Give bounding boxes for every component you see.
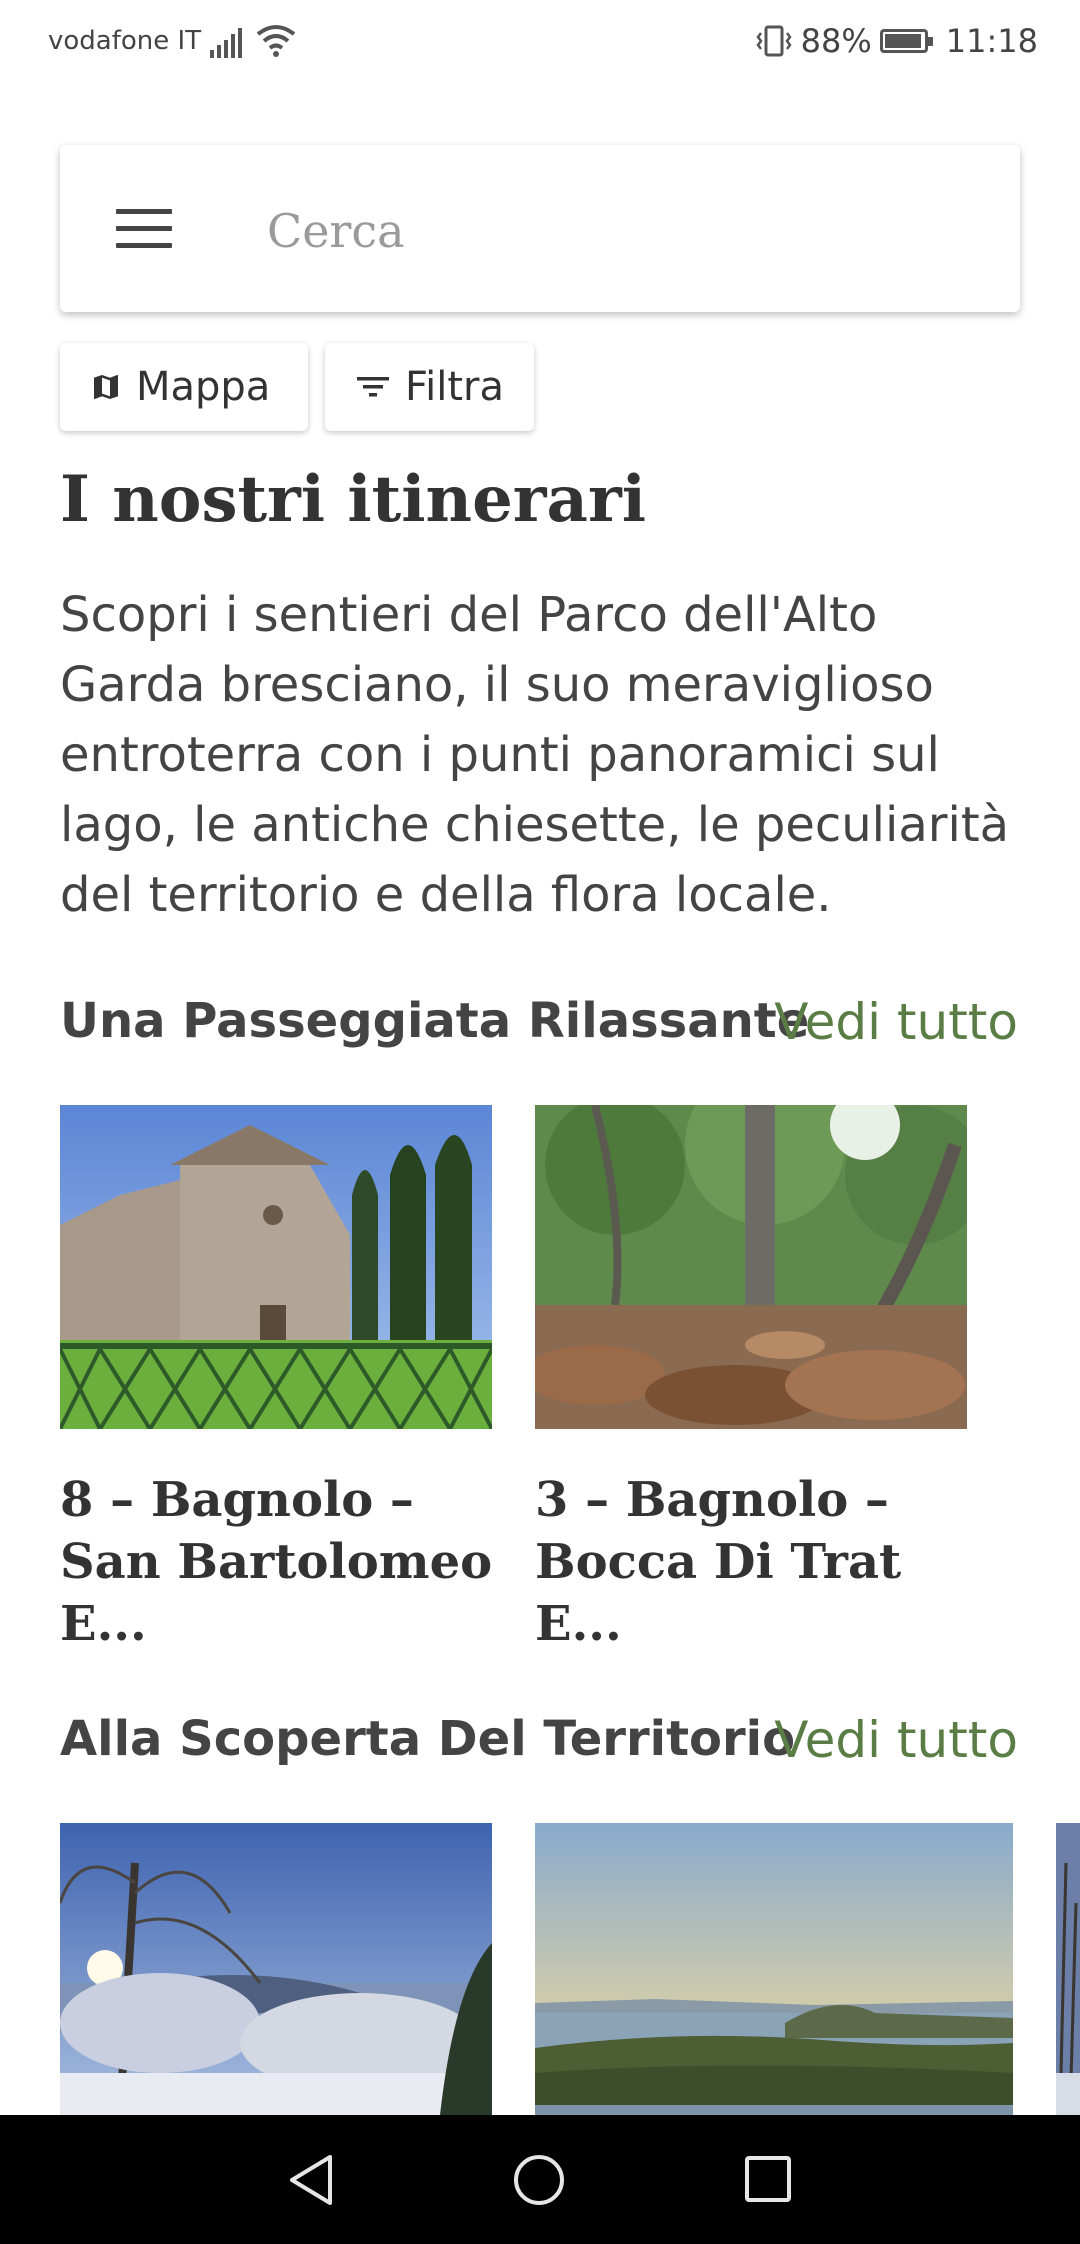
status-right: 88% 11:18 xyxy=(755,22,1038,60)
clock: 11:18 xyxy=(945,22,1038,60)
itinerary-card[interactable] xyxy=(535,1823,1013,2115)
itinerary-card[interactable]: 3 – Bagnolo – Bocca Di Trat E... xyxy=(535,1105,967,1652)
itinerary-card-peek[interactable] xyxy=(1056,1823,1080,2115)
recents-icon[interactable] xyxy=(744,2155,792,2203)
page-title: I nostri itinerari xyxy=(60,462,646,537)
carrier-label: vodafone IT xyxy=(48,26,202,56)
filter-icon xyxy=(357,377,389,397)
section-title-territorio: Alla Scoperta Del Territorio xyxy=(60,1711,796,1767)
card-image-church xyxy=(60,1105,492,1429)
battery-percent: 88% xyxy=(800,22,872,60)
status-bar: vodafone IT 88% 11:18 xyxy=(0,0,1080,86)
search-card xyxy=(60,145,1020,312)
wifi-icon xyxy=(256,25,296,57)
home-icon[interactable] xyxy=(512,2153,566,2207)
filter-button-label: Filtra xyxy=(405,364,504,410)
see-all-passeggiata[interactable]: Vedi tutto xyxy=(774,993,1018,1051)
card-image-winter-lake xyxy=(60,1823,492,2115)
map-button[interactable]: Mappa xyxy=(60,343,308,431)
map-button-label: Mappa xyxy=(136,364,271,410)
section-title-passeggiata: Una Passeggiata Rilassante xyxy=(60,993,810,1049)
card-image-peek xyxy=(1056,1823,1080,2115)
itinerary-card[interactable]: 8 – Bagnolo – San Bartolomeo E... xyxy=(60,1105,492,1652)
signal-icon xyxy=(210,28,242,58)
map-icon xyxy=(94,375,118,399)
battery-icon xyxy=(879,29,933,53)
card-title: 3 – Bagnolo – Bocca Di Trat E... xyxy=(535,1472,902,1652)
search-input[interactable] xyxy=(265,185,969,277)
system-nav-bar xyxy=(0,2115,1080,2244)
vibrate-icon xyxy=(756,25,792,57)
card-image-forest xyxy=(535,1105,967,1429)
back-icon[interactable] xyxy=(286,2153,336,2207)
menu-icon[interactable] xyxy=(116,209,172,249)
see-all-territorio[interactable]: Vedi tutto xyxy=(774,1711,1018,1769)
filter-button[interactable]: Filtra xyxy=(325,343,534,431)
card-title: 8 – Bagnolo – San Bartolomeo E... xyxy=(60,1472,493,1652)
itinerary-card[interactable] xyxy=(60,1823,492,2115)
intro-text: Scopri i sentieri del Parco dell'Alto Ga… xyxy=(60,587,1010,923)
card-image-lake-view xyxy=(535,1823,1013,2115)
